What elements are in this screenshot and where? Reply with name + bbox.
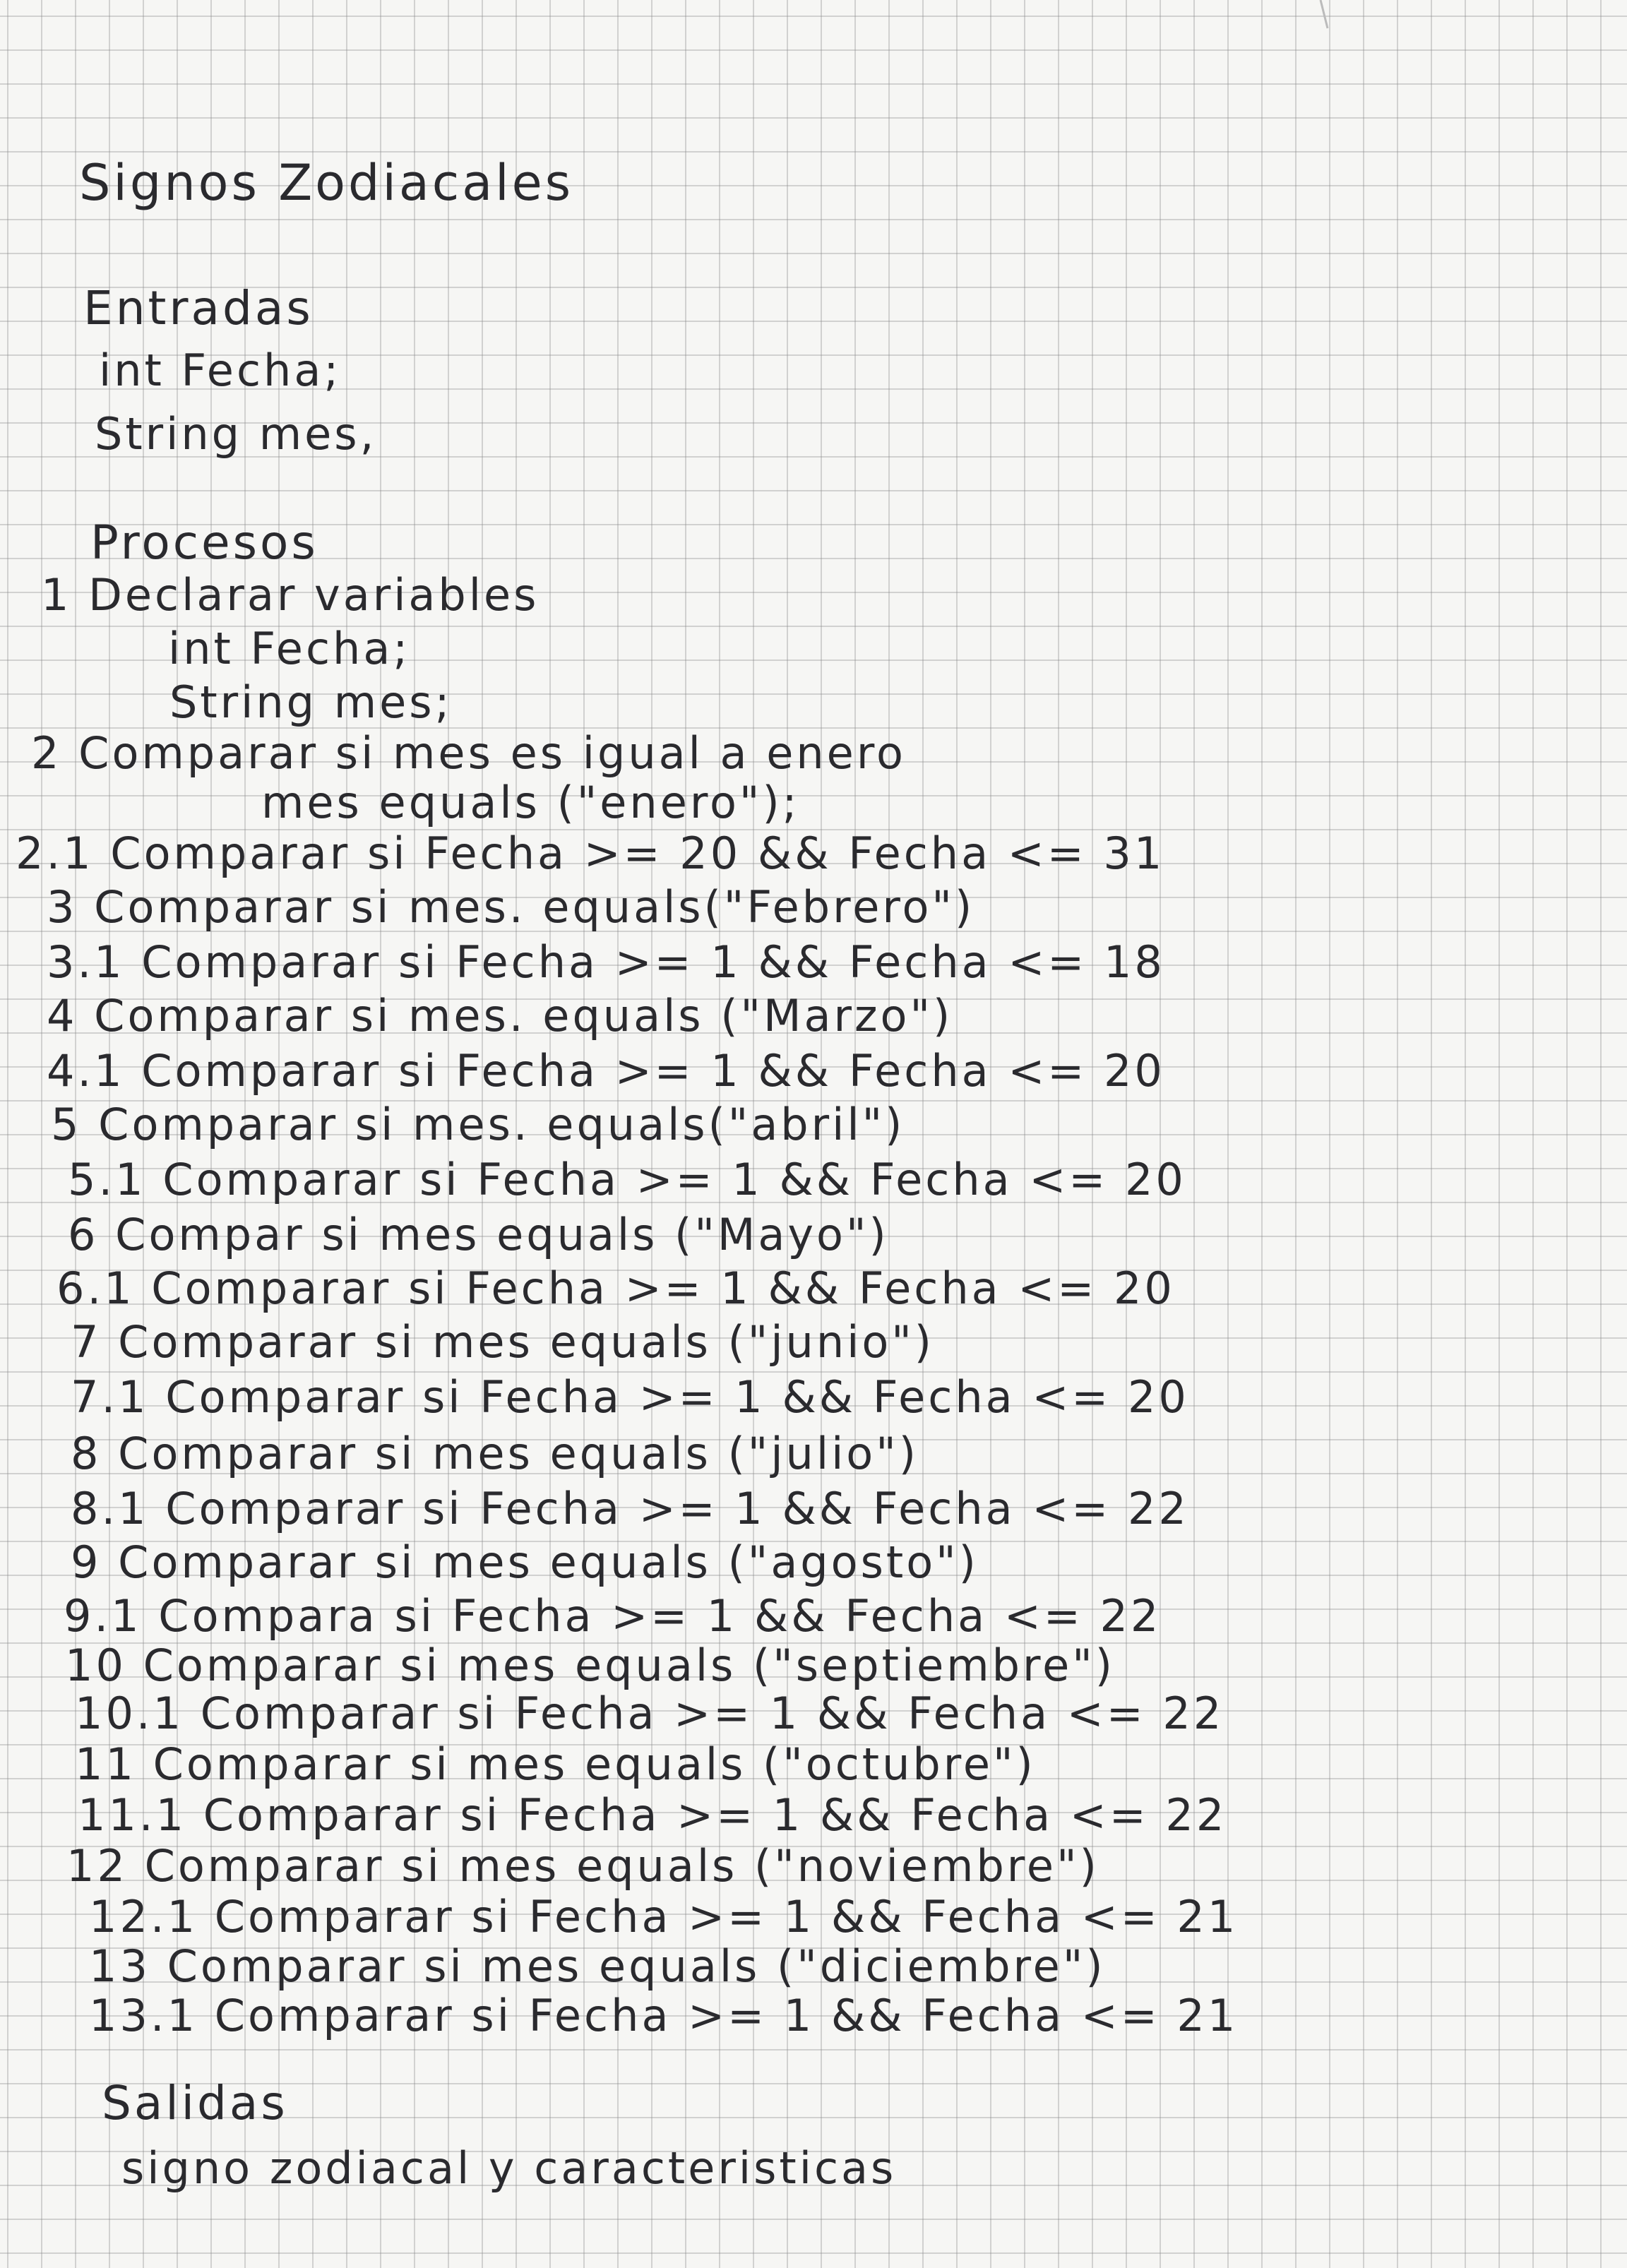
- proceso-step: mes equals ("enero");: [261, 777, 800, 828]
- salidas-heading: Salidas: [102, 2076, 288, 2130]
- proceso-step: 12 Comparar si mes equals ("noviembre"): [66, 1840, 1099, 1892]
- procesos-heading: Procesos: [90, 515, 318, 570]
- proceso-step: 5 Comparar si mes. equals("abril"): [51, 1099, 905, 1150]
- proceso-step: int Fecha;: [168, 623, 411, 674]
- proceso-step: 8.1 Comparar si Fecha >= 1 && Fecha <= 2…: [71, 1483, 1189, 1534]
- proceso-step: 1 Declarar variables: [41, 569, 540, 621]
- proceso-step: 3.1 Comparar si Fecha >= 1 && Fecha <= 1…: [47, 936, 1165, 988]
- proceso-step: 10 Comparar si mes equals ("septiembre"): [65, 1640, 1115, 1691]
- proceso-step: 7 Comparar si mes equals ("junio"): [71, 1316, 934, 1368]
- proceso-step: 9.1 Compara si Fecha >= 1 && Fecha <= 22: [64, 1590, 1162, 1642]
- proceso-step: 13.1 Comparar si Fecha >= 1 && Fecha <= …: [89, 1990, 1239, 2041]
- notebook-page: Signos Zodiacales Entradas int Fecha; St…: [0, 0, 1627, 2268]
- proceso-step: 9 Comparar si mes equals ("agosto"): [71, 1536, 979, 1588]
- proceso-step: String mes;: [169, 676, 453, 728]
- proceso-step: 12.1 Comparar si Fecha >= 1 && Fecha <= …: [89, 1891, 1239, 1942]
- proceso-step: 6.1 Comparar si Fecha >= 1 && Fecha <= 2…: [56, 1263, 1175, 1314]
- proceso-step: 8 Comparar si mes equals ("julio"): [71, 1428, 919, 1479]
- proceso-step: 13 Comparar si mes equals ("diciembre"): [89, 1940, 1106, 1992]
- entradas-heading: Entradas: [83, 281, 314, 335]
- proceso-step: 6 Compar si mes equals ("Mayo"): [68, 1209, 889, 1260]
- proceso-step: 4 Comparar si mes. equals ("Marzo"): [47, 990, 953, 1042]
- entradas-line: String mes,: [95, 408, 377, 460]
- proceso-step: 7.1 Comparar si Fecha >= 1 && Fecha <= 2…: [71, 1371, 1189, 1423]
- proceso-step: 11.1 Comparar si Fecha >= 1 && Fecha <= …: [78, 1789, 1227, 1841]
- proceso-step: 11 Comparar si mes equals ("octubre"): [75, 1738, 1036, 1790]
- salidas-line: signo zodiacal y caracteristicas: [121, 2142, 897, 2194]
- proceso-step: 4.1 Comparar si Fecha >= 1 && Fecha <= 2…: [47, 1045, 1165, 1097]
- proceso-step: 10.1 Comparar si Fecha >= 1 && Fecha <= …: [75, 1688, 1224, 1739]
- proceso-step: 3 Comparar si mes. equals("Febrero"): [47, 881, 975, 933]
- page-title: Signos Zodiacales: [79, 154, 574, 212]
- proceso-step: 2.1 Comparar si Fecha >= 20 && Fecha <= …: [16, 828, 1165, 879]
- proceso-step: 5.1 Comparar si Fecha >= 1 && Fecha <= 2…: [68, 1154, 1186, 1205]
- proceso-step: 2 Comparar si mes es igual a enero: [31, 727, 906, 779]
- entradas-line: int Fecha;: [99, 345, 342, 396]
